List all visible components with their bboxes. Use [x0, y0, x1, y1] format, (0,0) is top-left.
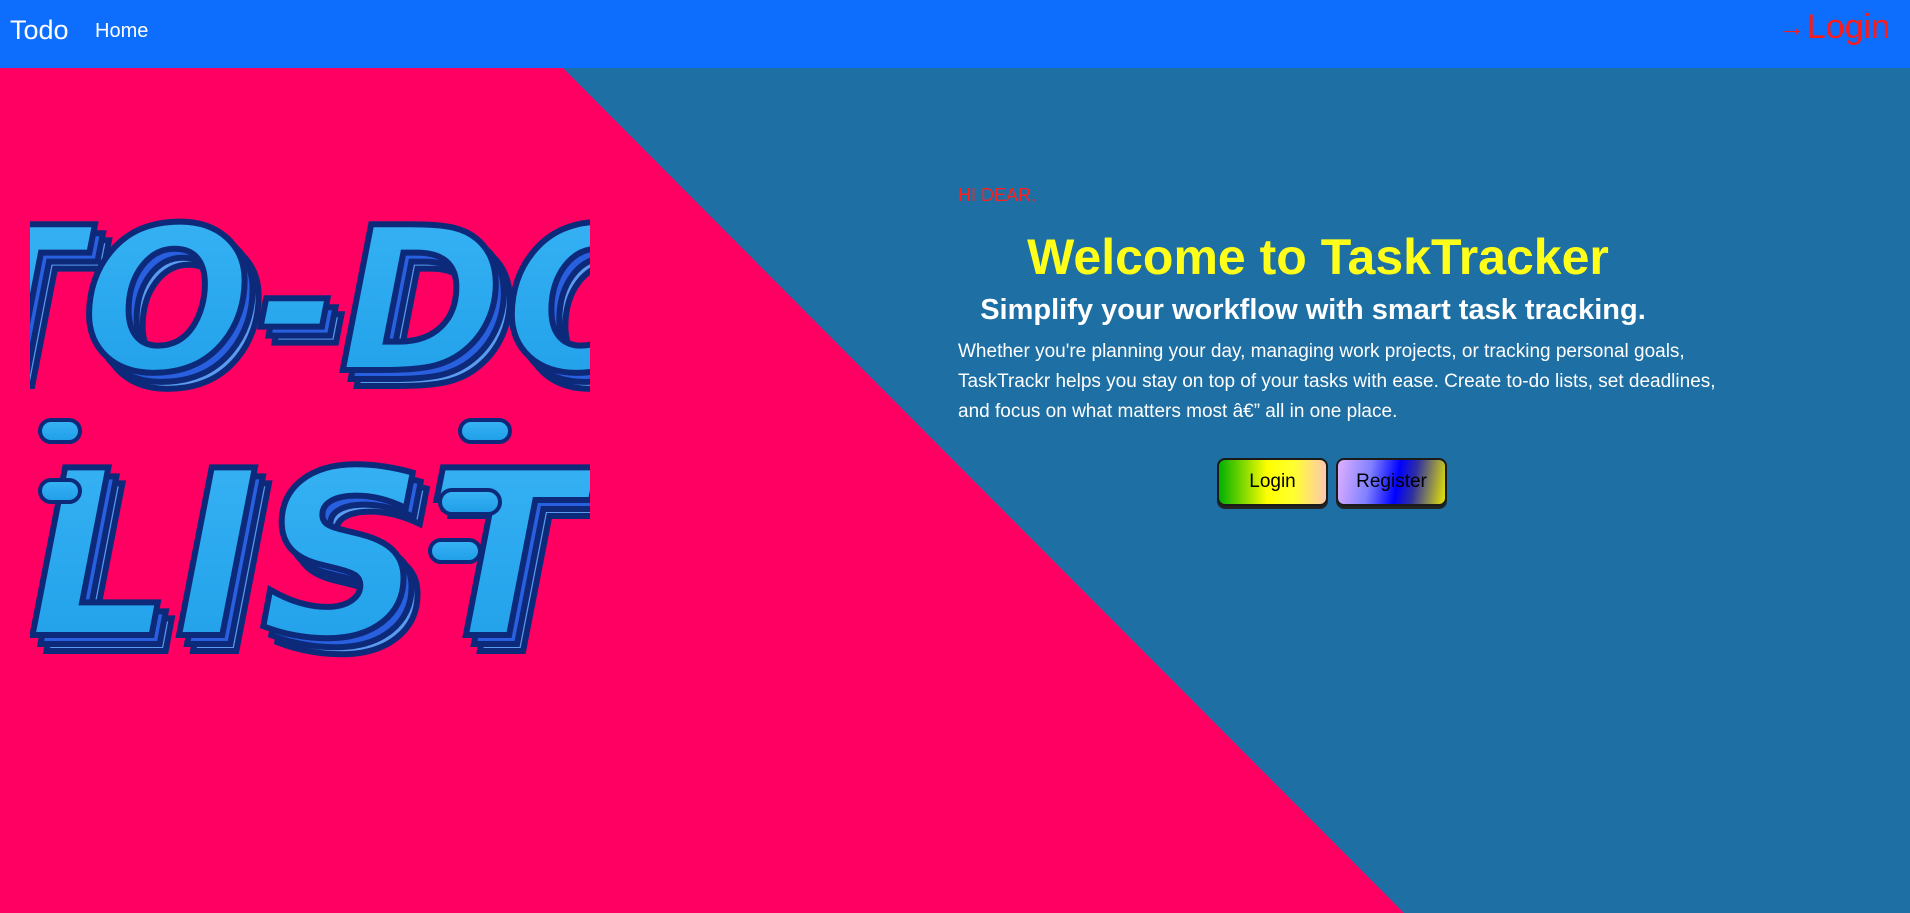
nav-login-link[interactable]: → Login — [1779, 8, 1890, 47]
brand-link[interactable]: Todo — [10, 15, 69, 46]
register-button[interactable]: Register — [1336, 458, 1447, 506]
greeting-text: HI DEAR, — [958, 185, 1037, 205]
top-navbar: Todo Home → Login — [0, 0, 1910, 68]
hero-buttons: Login Register — [1217, 458, 1447, 506]
hero-content: HI DEAR, Welcome to TaskTracker Simplify… — [958, 185, 1718, 427]
logo-line1: TO-DO — [30, 185, 590, 418]
page-title: Welcome to TaskTracker — [1027, 229, 1609, 285]
page-subtitle: Simplify your workflow with smart task t… — [980, 294, 1646, 326]
nav-login-label: Login — [1806, 8, 1890, 46]
arrow-right-icon: → — [1778, 12, 1805, 42]
login-button[interactable]: Login — [1217, 458, 1328, 506]
nav-home-link[interactable]: Home — [95, 20, 148, 43]
hero-description: Whether you're planning your day, managi… — [958, 341, 1716, 422]
todo-list-logo: TO-DO TO-DO TO-DO LIST LIST LIST — [0, 80, 692, 709]
logo-line2: LIST — [30, 423, 590, 680]
